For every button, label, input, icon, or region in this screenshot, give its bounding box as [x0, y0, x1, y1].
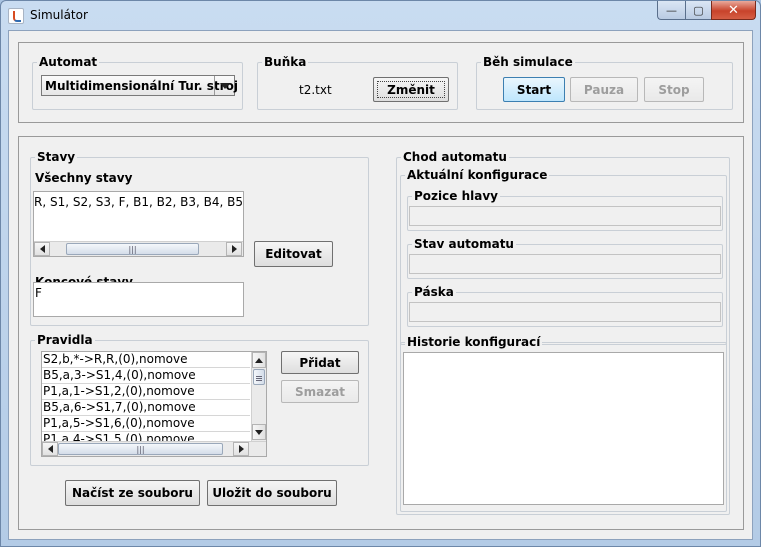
rules-hscrollbar[interactable]: ||| [42, 441, 266, 456]
load-file-button[interactable]: Načíst ze souboru [65, 480, 200, 506]
automat-selected-value: Multidimensionální Tur. stroj [45, 79, 238, 93]
head-position-label: Pozice hlavy [412, 189, 500, 203]
simulation-group: Běh simulace Start Pauza Stop [476, 55, 733, 110]
window-title: Simulátor [30, 8, 88, 22]
list-item[interactable]: B5,a,3->S1,4,(0),nomove [42, 368, 250, 384]
history-group: Historie konfigurací [400, 335, 727, 512]
chevron-down-icon[interactable] [214, 76, 234, 95]
title-bar[interactable]: Simulátor — ▢ ✕ [1, 1, 760, 31]
list-item[interactable]: P1,a,5->S1,6,(0),nomove [42, 416, 250, 432]
scroll-up-icon[interactable] [252, 352, 266, 368]
states-group: Stavy Všechny stavy R, S1, S2, S3, F, B1… [30, 150, 369, 326]
automat-label: Automat [37, 55, 100, 69]
all-states-label: Všechny stavy [35, 171, 133, 185]
rules-list[interactable]: S2,b,*->R,R,(0),nomove B5,a,3->S1,4,(0),… [41, 351, 267, 457]
maximize-button[interactable]: ▢ [685, 1, 711, 20]
close-button[interactable]: ✕ [711, 1, 756, 20]
pause-button[interactable]: Pauza [570, 77, 638, 102]
edit-states-button[interactable]: Editovat [254, 241, 333, 267]
bunka-label: Buňka [262, 55, 309, 69]
automat-select[interactable]: Multidimensionální Tur. stroj [41, 75, 238, 96]
minimize-button[interactable]: — [657, 1, 685, 20]
history-label: Historie konfigurací [405, 335, 543, 349]
tape-group: Páska [407, 285, 723, 327]
stop-button[interactable]: Stop [644, 77, 704, 102]
application-window: Simulátor — ▢ ✕ Automat Multidimensionál… [0, 0, 761, 547]
list-item[interactable]: P1,a,1->S1,2,(0),nomove [42, 384, 250, 400]
head-position-field [409, 206, 721, 226]
scroll-thumb[interactable]: ||| [66, 243, 199, 255]
automaton-state-field [409, 254, 721, 274]
main-panel: Stavy Všechny stavy R, S1, S2, S3, F, B1… [18, 136, 744, 530]
change-file-button[interactable]: Změnit [373, 77, 449, 102]
automat-group: Automat Multidimensionální Tur. stroj [32, 55, 243, 110]
scroll-down-icon[interactable] [252, 424, 266, 440]
list-item[interactable]: B5,a,6->S1,7,(0),nomove [42, 400, 250, 416]
delete-rule-button[interactable]: Smazat [281, 380, 359, 403]
history-text-area[interactable] [403, 352, 724, 505]
automaton-state-group: Stav automatu [407, 237, 723, 279]
all-states-hscrollbar[interactable]: ||| [34, 241, 243, 256]
start-button[interactable]: Start [503, 77, 565, 102]
client-area: Automat Multidimensionální Tur. stroj Bu… [8, 30, 753, 540]
run-group: Chod automatu Aktuální konfigurace Pozic… [396, 150, 730, 515]
simulation-label: Běh simulace [481, 55, 575, 69]
run-label: Chod automatu [401, 150, 509, 164]
bunka-file-name: t2.txt [299, 83, 332, 97]
head-position-group: Pozice hlavy [407, 189, 723, 231]
automaton-state-label: Stav automatu [412, 237, 516, 251]
current-config-label: Aktuální konfigurace [405, 168, 550, 182]
scroll-thumb[interactable]: ||| [58, 443, 223, 455]
tape-field [409, 302, 721, 322]
scroll-right-icon[interactable] [226, 242, 242, 256]
scroll-left-icon[interactable] [34, 242, 50, 256]
scroll-thumb[interactable] [253, 369, 265, 385]
rules-label: Pravidla [35, 333, 95, 347]
top-panel: Automat Multidimensionální Tur. stroj Bu… [18, 42, 744, 123]
states-label: Stavy [35, 150, 78, 164]
rules-group: Pravidla S2,b,*->R,R,(0),nomove B5,a,3->… [30, 333, 369, 466]
scroll-right-icon[interactable] [233, 442, 249, 456]
java-app-icon [8, 8, 24, 24]
current-config-group: Aktuální konfigurace Pozice hlavy Stav a… [400, 168, 727, 345]
tape-label: Páska [412, 285, 456, 299]
all-states-value: R, S1, S2, S3, F, B1, B2, B3, B4, B5, P1 [34, 195, 244, 209]
save-file-button[interactable]: Uložit do souboru [207, 480, 337, 506]
list-item[interactable]: S2,b,*->R,R,(0),nomove [42, 352, 250, 368]
all-states-list[interactable]: R, S1, S2, S3, F, B1, B2, B3, B4, B5, P1… [33, 191, 244, 257]
scroll-left-icon[interactable] [42, 442, 58, 456]
add-rule-button[interactable]: Přidat [281, 351, 359, 374]
bunka-group: Buňka t2.txt Změnit [257, 55, 458, 110]
final-states-field[interactable]: F [33, 282, 244, 317]
final-states-value: F [35, 286, 42, 300]
rules-vscrollbar[interactable] [251, 352, 266, 441]
